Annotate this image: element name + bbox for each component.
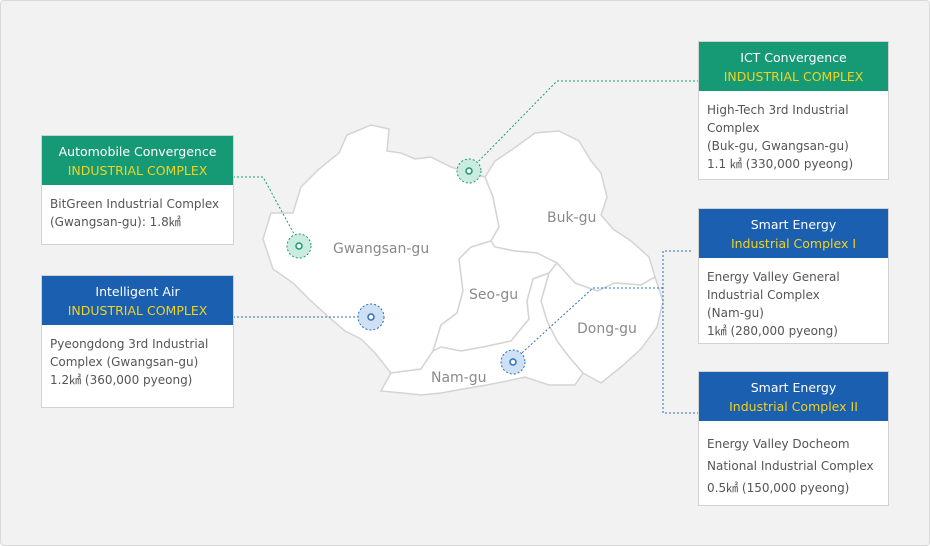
card-air: Intelligent Air INDUSTRIAL COMPLEX Pyeon…: [41, 275, 234, 408]
leader-energy1: [662, 250, 699, 414]
card-energy1-header: Smart Energy Industrial Complex I: [699, 209, 888, 258]
card-ict-title: ICT Convergence: [740, 50, 847, 65]
card-ict-line: High-Tech 3rd Industrial: [707, 103, 849, 117]
card-energy2-subtitle: Industrial Complex II: [729, 399, 858, 414]
card-ict: ICT Convergence INDUSTRIAL COMPLEX High-…: [698, 41, 889, 180]
card-energy1-line: Industrial Complex: [707, 288, 820, 302]
label-buk: Buk-gu: [547, 210, 596, 226]
card-air-title: Intelligent Air: [95, 284, 180, 299]
card-air-body: Pyeongdong 3rd Industrial Complex (Gwang…: [42, 325, 233, 399]
card-automobile: Automobile Convergence INDUSTRIAL COMPLE…: [41, 135, 234, 245]
marker-air[interactable]: [357, 303, 385, 331]
card-ict-subtitle: INDUSTRIAL COMPLEX: [723, 69, 864, 84]
card-ict-line: Complex: [707, 121, 760, 135]
card-ict-header: ICT Convergence INDUSTRIAL COMPLEX: [699, 42, 888, 91]
card-air-subtitle: INDUSTRIAL COMPLEX: [67, 303, 208, 318]
card-energy1: Smart Energy Industrial Complex I Energy…: [698, 208, 889, 344]
marker-automobile[interactable]: [286, 233, 312, 259]
label-nam: Nam-gu: [431, 370, 487, 386]
card-energy1-title: Smart Energy: [750, 217, 837, 232]
card-energy2-body: Energy Valley Docheom National Industria…: [699, 421, 888, 509]
card-automobile-title: Automobile Convergence: [58, 144, 217, 159]
card-energy2-title: Smart Energy: [750, 380, 837, 395]
label-dong: Dong-gu: [577, 321, 637, 337]
card-air-line: 1.2㎢ (360,000 pyeong): [50, 373, 193, 387]
card-energy1-line: Energy Valley General: [707, 270, 840, 284]
card-air-header: Intelligent Air INDUSTRIAL COMPLEX: [42, 276, 233, 325]
card-energy2: Smart Energy Industrial Complex II Energ…: [698, 371, 889, 506]
marker-ict[interactable]: [456, 158, 482, 184]
card-automobile-line: (Gwangsan-gu): 1.8㎢: [50, 215, 181, 229]
card-automobile-subtitle: INDUSTRIAL COMPLEX: [67, 163, 208, 178]
label-seo: Seo-gu: [469, 287, 518, 303]
card-ict-body: High-Tech 3rd Industrial Complex (Buk-gu…: [699, 91, 888, 183]
card-air-line: Pyeongdong 3rd Industrial: [50, 337, 209, 351]
card-ict-line: 1.1 ㎢ (330,000 pyeong): [707, 157, 854, 171]
card-energy2-header: Smart Energy Industrial Complex II: [699, 372, 888, 421]
card-energy1-line: 1㎢ (280,000 pyeong): [707, 324, 838, 338]
card-automobile-header: Automobile Convergence INDUSTRIAL COMPLE…: [42, 136, 233, 185]
card-energy1-line: (Nam-gu): [707, 306, 764, 320]
card-automobile-body: BitGreen Industrial Complex (Gwangsan-gu…: [42, 185, 233, 241]
card-energy1-body: Energy Valley General Industrial Complex…: [699, 258, 888, 350]
card-energy2-line: Energy Valley Docheom: [707, 437, 850, 451]
card-automobile-line: BitGreen Industrial Complex: [50, 197, 220, 211]
marker-energy[interactable]: [500, 349, 526, 375]
card-ict-line: (Buk-gu, Gwangsan-gu): [707, 139, 849, 153]
label-gwangsan: Gwangsan-gu: [333, 241, 429, 257]
card-air-line: Complex (Gwangsan-gu): [50, 355, 199, 369]
card-energy2-line: National Industrial Complex: [707, 459, 874, 473]
card-energy1-subtitle: Industrial Complex I: [730, 236, 857, 251]
card-energy2-line: 0.5㎢ (150,000 pyeong): [707, 481, 850, 495]
map-panel: Gwangsan-gu Buk-gu Seo-gu Dong-gu Nam-gu: [0, 0, 930, 546]
